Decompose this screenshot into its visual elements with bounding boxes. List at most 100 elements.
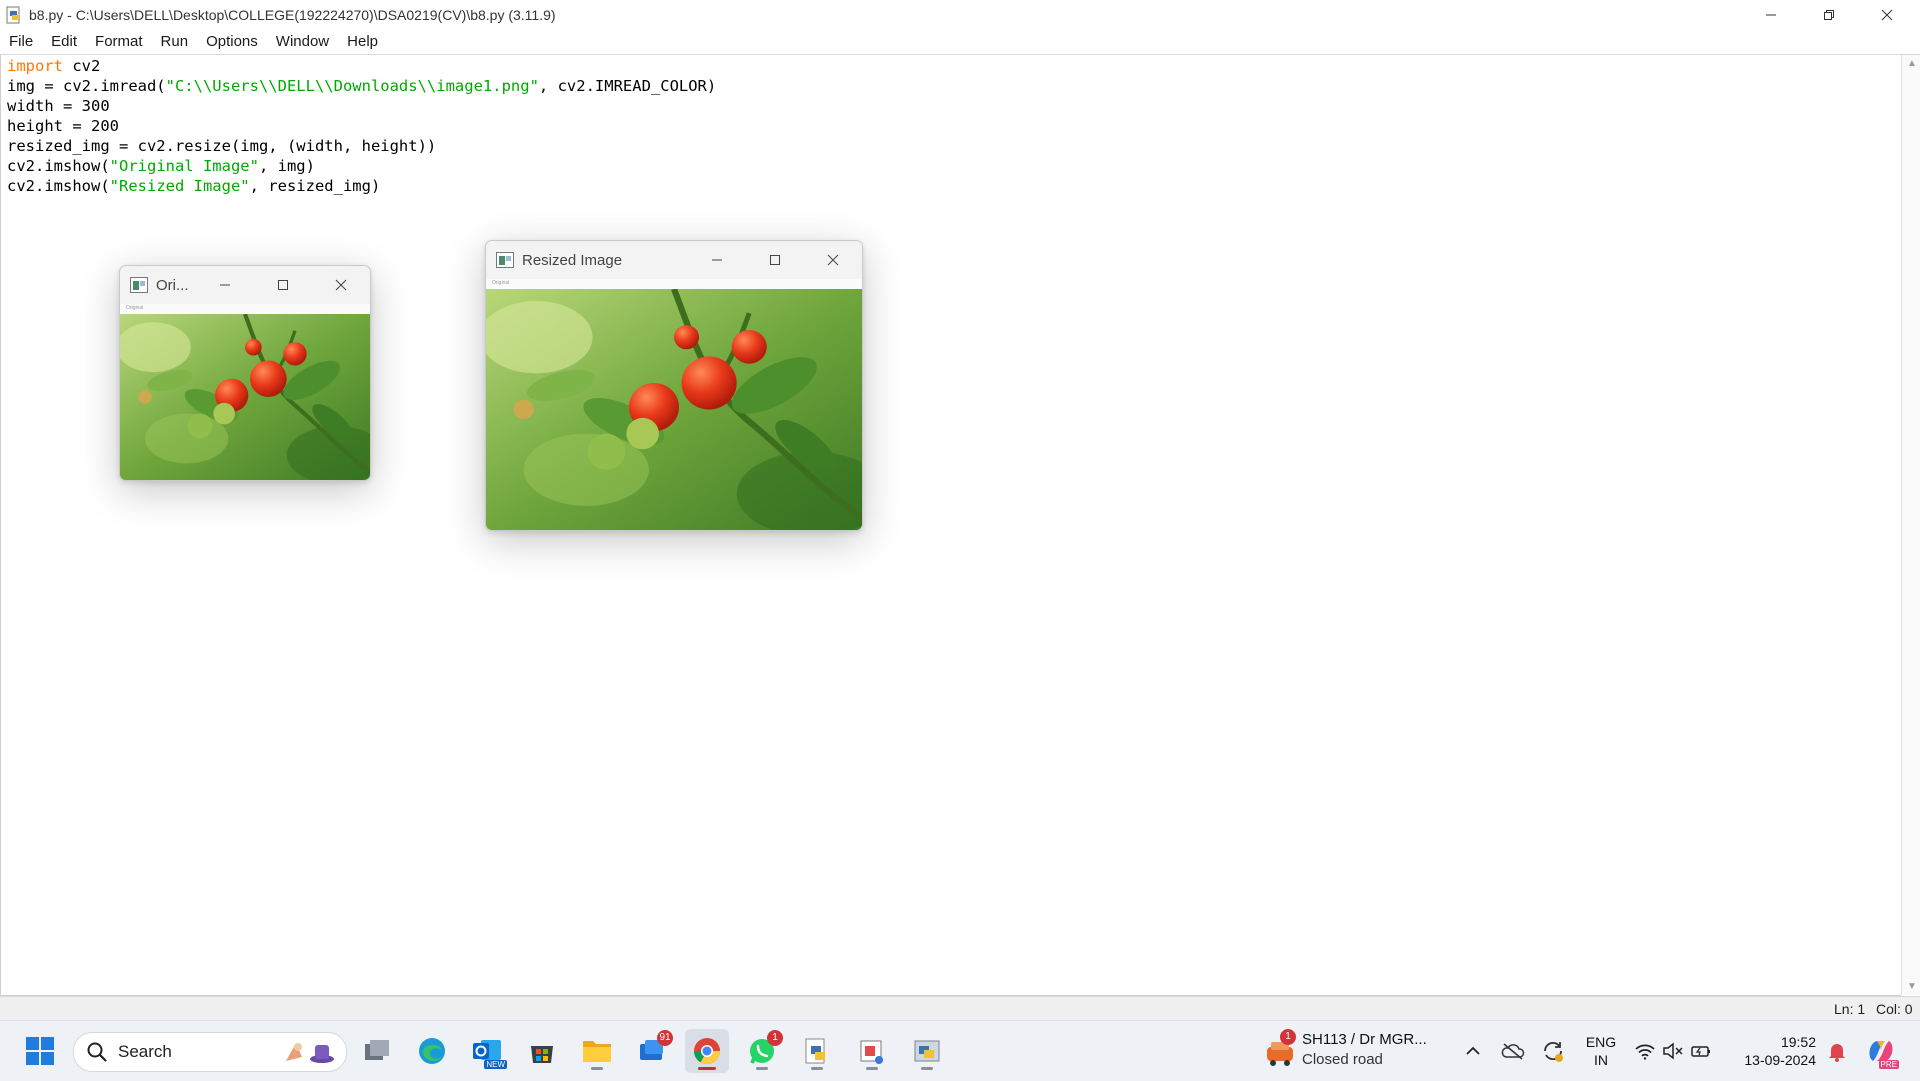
python-shell-icon xyxy=(914,1040,940,1062)
resized-minimize-button[interactable] xyxy=(688,241,746,279)
original-window-titlebar[interactable]: Ori... xyxy=(120,266,370,304)
original-image-window[interactable]: Ori... Original xyxy=(119,265,371,481)
edge-browser-icon xyxy=(419,1038,445,1064)
original-window-title: Ori... xyxy=(156,276,189,294)
restore-icon xyxy=(1824,9,1834,20)
active-indicator xyxy=(698,1067,716,1070)
show-hidden-icons-button[interactable] xyxy=(1460,1029,1486,1073)
traffic-title[interactable]: SH113 / Dr MGR... xyxy=(1302,1031,1427,1049)
cloud-offline-icon xyxy=(1501,1043,1525,1060)
code-string-path: "C:\\Users\\DELL\\Downloads\\image1.png" xyxy=(165,77,539,95)
running-indicator xyxy=(811,1067,823,1070)
taskbar-python-idle[interactable] xyxy=(795,1029,839,1073)
code-line-3: width = 300 xyxy=(7,97,110,115)
code-keyword: import xyxy=(7,57,63,75)
tomato-plant-image-original xyxy=(120,314,370,480)
taskbar-store[interactable] xyxy=(520,1029,564,1073)
maximize-icon xyxy=(278,280,288,290)
code-line-1: cv2 xyxy=(63,57,101,75)
resized-close-button[interactable] xyxy=(804,241,862,279)
scroll-down-icon[interactable]: ▼ xyxy=(1907,981,1917,992)
opencv-window-icon xyxy=(130,277,148,293)
tomato-plant-image-resized xyxy=(486,289,862,530)
running-indicator xyxy=(866,1067,878,1070)
network-volume-battery-button[interactable] xyxy=(1632,1029,1714,1073)
taskbar-edge[interactable] xyxy=(410,1029,454,1073)
copilot-button[interactable]: PRE xyxy=(1860,1029,1902,1073)
bell-icon xyxy=(1829,1044,1845,1062)
code-editor[interactable]: import cv2 img = cv2.imread("C:\\Users\\… xyxy=(0,55,1901,996)
task-view-icon xyxy=(365,1040,389,1060)
start-button[interactable] xyxy=(18,1029,62,1073)
taskbar-file-explorer[interactable] xyxy=(575,1029,619,1073)
mail-notification-badge: 91 xyxy=(657,1030,673,1046)
menu-format[interactable]: Format xyxy=(86,29,152,54)
inner-window-label: Original xyxy=(126,305,144,311)
menu-window[interactable]: Window xyxy=(267,29,338,54)
resized-maximize-button[interactable] xyxy=(746,241,804,279)
code-line-2a: img = cv2.imread( xyxy=(7,77,166,95)
original-close-button[interactable] xyxy=(312,266,370,304)
running-indicator xyxy=(921,1067,933,1070)
opencv-window-icon xyxy=(496,252,514,268)
copilot-preview-badge: PRE xyxy=(1878,1060,1899,1069)
sync-icon xyxy=(1544,1041,1563,1062)
wifi-icon xyxy=(1635,1044,1655,1060)
taskbar-python-shell[interactable] xyxy=(905,1029,949,1073)
onedrive-button[interactable] xyxy=(1496,1029,1530,1073)
whatsapp-notification-badge: 1 xyxy=(767,1030,783,1046)
language-code: ENG xyxy=(1585,1034,1617,1050)
code-line-6a: cv2.imshow( xyxy=(7,157,110,175)
taskbar-outlook[interactable]: NEW xyxy=(465,1029,509,1073)
language-region: IN xyxy=(1594,1052,1608,1068)
running-indicator xyxy=(756,1067,768,1070)
code-line-6b: , img) xyxy=(258,157,315,175)
menu-run[interactable]: Run xyxy=(152,29,198,54)
code-line-7b: , resized_img) xyxy=(249,177,381,195)
code-line-7a: cv2.imshow( xyxy=(7,177,110,195)
chevron-up-icon xyxy=(1466,1046,1480,1055)
close-icon xyxy=(335,279,347,291)
restore-button[interactable] xyxy=(1800,0,1858,29)
maximize-icon xyxy=(770,255,780,265)
windows-logo-icon xyxy=(26,1037,54,1065)
minimize-button[interactable] xyxy=(1742,0,1800,29)
window-title: b8.py - C:\Users\DELL\Desktop\COLLEGE(19… xyxy=(29,6,556,23)
taskbar: Search NEW 91 1 1 SH113 / Dr MGR... Clos… xyxy=(0,1020,1920,1081)
search-icon xyxy=(87,1042,107,1062)
clock[interactable]: 19:52 13-09-2024 xyxy=(1736,1033,1816,1069)
traffic-subtitle[interactable]: Closed road xyxy=(1302,1051,1383,1069)
folder-icon xyxy=(583,1041,611,1062)
menu-options[interactable]: Options xyxy=(197,29,267,54)
taskbar-snipping-tool[interactable] xyxy=(850,1029,894,1073)
resized-image-window[interactable]: Resized Image Original xyxy=(485,240,863,531)
taskbar-mail[interactable]: 91 xyxy=(630,1029,674,1073)
search-label: Search xyxy=(118,1042,172,1061)
code-string-original: "Original Image" xyxy=(109,157,259,175)
code-line-4: height = 200 xyxy=(7,117,119,135)
python-idle-icon xyxy=(805,1038,825,1064)
close-button[interactable] xyxy=(1858,0,1916,29)
close-icon xyxy=(1881,9,1893,20)
taskbar-whatsapp[interactable]: 1 xyxy=(740,1029,784,1073)
sync-button[interactable] xyxy=(1536,1029,1570,1073)
minimize-icon xyxy=(1766,14,1776,15)
menu-help[interactable]: Help xyxy=(338,29,387,54)
taskbar-task-view[interactable] xyxy=(355,1029,399,1073)
original-minimize-button[interactable] xyxy=(196,266,254,304)
notifications-button[interactable] xyxy=(1822,1029,1852,1073)
input-language-button[interactable]: ENG IN xyxy=(1580,1033,1622,1069)
menu-edit[interactable]: Edit xyxy=(42,29,86,54)
search-highlight-icon xyxy=(286,1043,334,1063)
taskbar-chrome[interactable] xyxy=(685,1029,729,1073)
menu-file[interactable]: File xyxy=(0,29,42,54)
resized-window-titlebar[interactable]: Resized Image xyxy=(486,241,862,279)
vertical-scrollbar[interactable]: ▲ ▼ xyxy=(1901,55,1920,995)
clock-date: 13-09-2024 xyxy=(1744,1052,1816,1068)
status-col: Col: 0 xyxy=(1876,1001,1913,1017)
traffic-widget-icon-wrap[interactable]: 1 xyxy=(1262,1029,1298,1073)
original-maximize-button[interactable] xyxy=(254,266,312,304)
traffic-notification-badge: 1 xyxy=(1280,1029,1296,1045)
scroll-up-icon[interactable]: ▲ xyxy=(1907,58,1917,69)
taskbar-search-box[interactable]: Search xyxy=(73,1032,347,1072)
